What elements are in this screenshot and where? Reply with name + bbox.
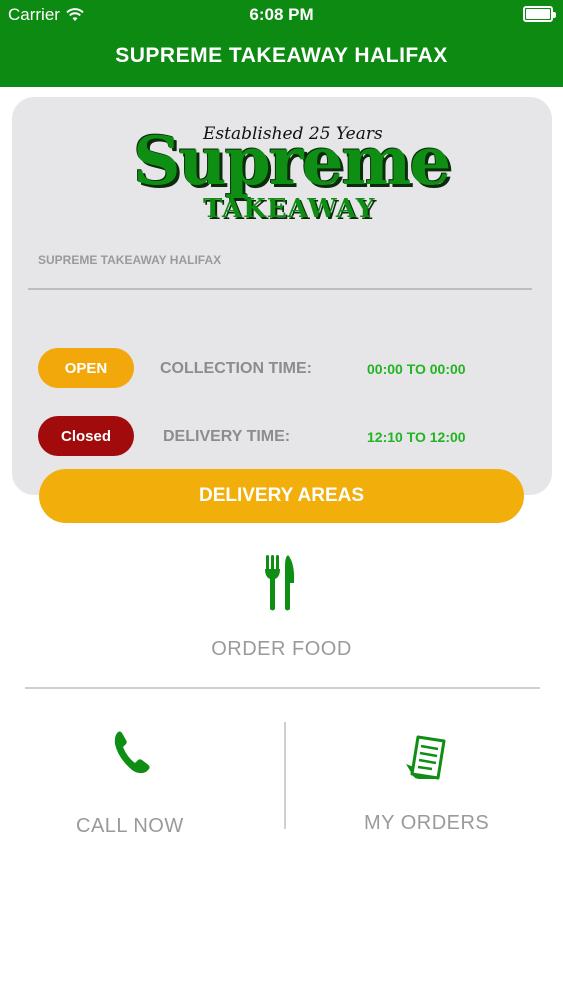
battery-icon bbox=[523, 6, 556, 22]
delivery-time-value: 12:10 TO 12:00 bbox=[367, 429, 466, 445]
order-food-label[interactable]: ORDER FOOD bbox=[0, 638, 563, 661]
delivery-time-label: DELIVERY TIME: bbox=[163, 428, 291, 445]
collection-status-badge: OPEN bbox=[38, 348, 134, 388]
delivery-areas-button[interactable]: DELIVERY AREAS bbox=[39, 469, 524, 523]
collection-time-value: 00:00 TO 00:00 bbox=[367, 361, 466, 377]
collection-status-label: OPEN bbox=[64, 359, 108, 377]
status-bar: Carrier 6:08 PM bbox=[0, 0, 563, 30]
receipt-icon[interactable] bbox=[404, 734, 448, 782]
section-divider bbox=[25, 687, 540, 689]
logo-tagline: Established 25 Years bbox=[203, 124, 383, 144]
fork-knife-icon[interactable] bbox=[264, 553, 296, 613]
my-orders-label[interactable]: MY ORDERS bbox=[364, 812, 489, 835]
column-divider bbox=[284, 722, 286, 829]
delivery-areas-label: DELIVERY AREAS bbox=[198, 485, 365, 506]
collection-time-label: COLLECTION TIME: bbox=[160, 360, 312, 377]
phone-icon[interactable] bbox=[112, 728, 152, 776]
status-time: 6:08 PM bbox=[249, 5, 314, 24]
card-divider bbox=[28, 288, 532, 290]
call-now-label[interactable]: CALL NOW bbox=[76, 815, 184, 838]
logo-subtitle: TAKEAWAY bbox=[203, 194, 376, 224]
supreme-takeaway-logo: Supreme Established 25 Years TAKEAWAY bbox=[125, 120, 451, 230]
store-name: SUPREME TAKEAWAY HALIFAX bbox=[38, 253, 222, 267]
app-header: Carrier 6:08 PM SUPREME TAKEAWAY HALIFAX bbox=[0, 0, 563, 87]
delivery-status-label: Closed bbox=[60, 427, 111, 445]
page-title: SUPREME TAKEAWAY HALIFAX bbox=[115, 44, 448, 67]
delivery-status-badge: Closed bbox=[38, 416, 134, 456]
